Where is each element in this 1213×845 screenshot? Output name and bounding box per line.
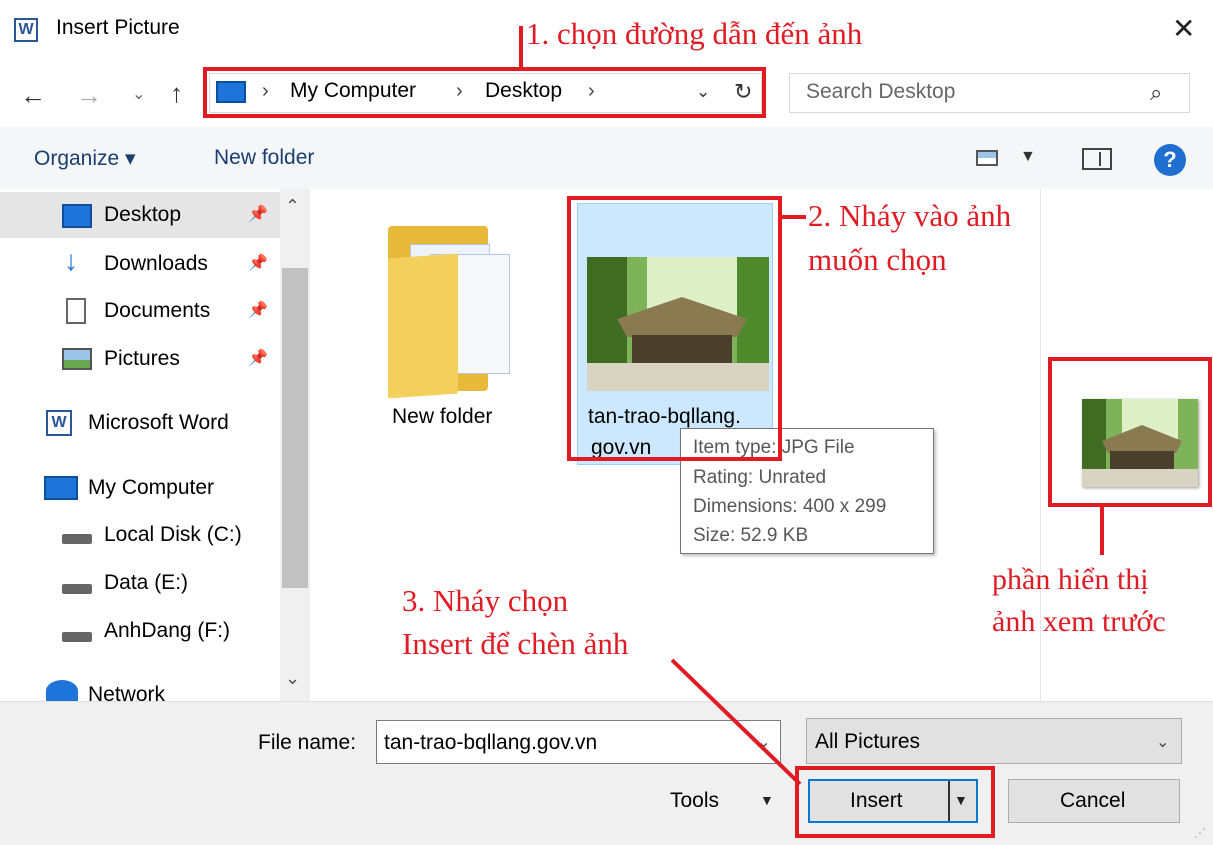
annotation-arrow-step3 [670, 658, 802, 786]
annotation-box-insert [795, 766, 995, 838]
